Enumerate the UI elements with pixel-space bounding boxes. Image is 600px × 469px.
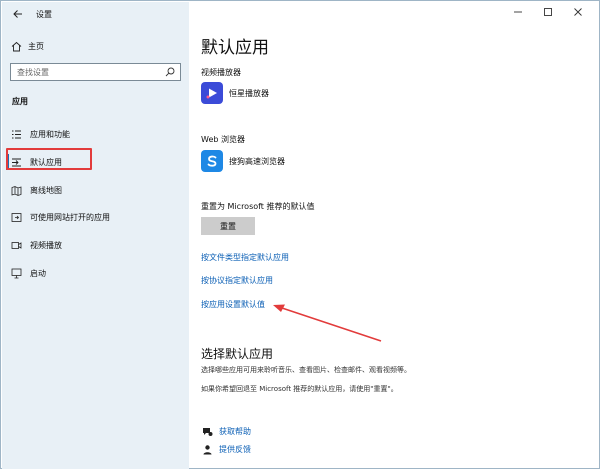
sidebar-item-home[interactable]: 主页 [10,38,44,54]
sidebar-item-offline-maps[interactable]: 离线地图 [10,181,62,199]
choose-desc-1: 选择哪些应用可用来聆听音乐、查看图片、检查邮件、观看视频等。 [201,366,411,374]
sidebar-item-label: 离线地图 [30,185,62,195]
map-icon [10,184,22,196]
window-controls [503,3,593,21]
sidebar-item-label: 应用和功能 [30,129,70,139]
web-browser-heading: Web 浏览器 [201,135,245,144]
sidebar-item-apps-features[interactable]: 应用和功能 [10,125,70,143]
maximize-button[interactable] [533,3,563,21]
web-browser-app-icon [201,150,223,172]
sidebar: 设置 主页 应用 应用和功能 默认应用 [2,2,189,469]
video-player-app-name: 恒星播放器 [229,88,269,98]
link-by-file-type[interactable]: 按文件类型指定默认应用 [201,252,289,263]
choose-default-apps-title: 选择默认应用 [201,347,274,361]
settings-window: 设置 主页 应用 应用和功能 默认应用 [0,0,600,469]
video-player-heading: 视频播放器 [201,68,241,77]
arrow-left-icon [13,10,22,18]
back-button[interactable] [4,4,32,24]
web-browser-app[interactable]: 搜狗高速浏览器 [201,150,285,172]
window-title: 设置 [36,9,52,19]
open-in-app-icon [10,211,22,223]
reset-heading: 重置为 Microsoft 推荐的默认值 [201,202,315,211]
search-icon[interactable] [163,65,177,79]
list-icon [10,128,22,140]
video-player-app-icon [201,82,223,104]
sidebar-item-label: 可使用网站打开的应用 [30,212,110,222]
get-help-label: 获取帮助 [219,426,251,436]
search-input[interactable] [11,64,161,80]
titlebar-left: 设置 [2,2,189,26]
page-title: 默认应用 [201,38,269,58]
feedback-link[interactable]: 提供反馈 [201,443,251,455]
annotation-highlight-box [6,148,92,170]
maximize-icon [544,8,552,16]
link-by-app[interactable]: 按应用设置默认值 [201,299,265,310]
close-icon [574,8,582,16]
choose-desc-2: 如果你希望回退至 Microsoft 推荐的默认应用，请使用"重置"。 [201,385,398,393]
get-help-link[interactable]: 获取帮助 [201,425,251,437]
feedback-icon [201,443,213,455]
reset-button[interactable]: 重置 [201,217,255,235]
annotation-arrow [273,304,382,342]
section-label-apps: 应用 [12,97,28,106]
search-box[interactable] [10,63,181,81]
sidebar-item-apps-for-websites[interactable]: 可使用网站打开的应用 [10,208,110,226]
sidebar-item-label: 启动 [30,268,46,278]
close-button[interactable] [563,3,593,21]
minimize-icon [514,11,522,13]
startup-icon [10,267,22,279]
link-by-protocol[interactable]: 按协议指定默认应用 [201,275,273,286]
home-label: 主页 [28,41,44,51]
web-browser-app-name: 搜狗高速浏览器 [229,156,285,166]
sidebar-item-startup[interactable]: 启动 [10,264,46,282]
video-icon [10,239,22,251]
minimize-button[interactable] [503,3,533,21]
feedback-label: 提供反馈 [219,444,251,454]
video-player-app[interactable]: 恒星播放器 [201,82,269,104]
help-chat-icon [201,425,213,437]
home-icon [10,40,22,52]
sidebar-item-label: 视频播放 [30,240,62,250]
sidebar-item-video-playback[interactable]: 视频播放 [10,236,62,254]
